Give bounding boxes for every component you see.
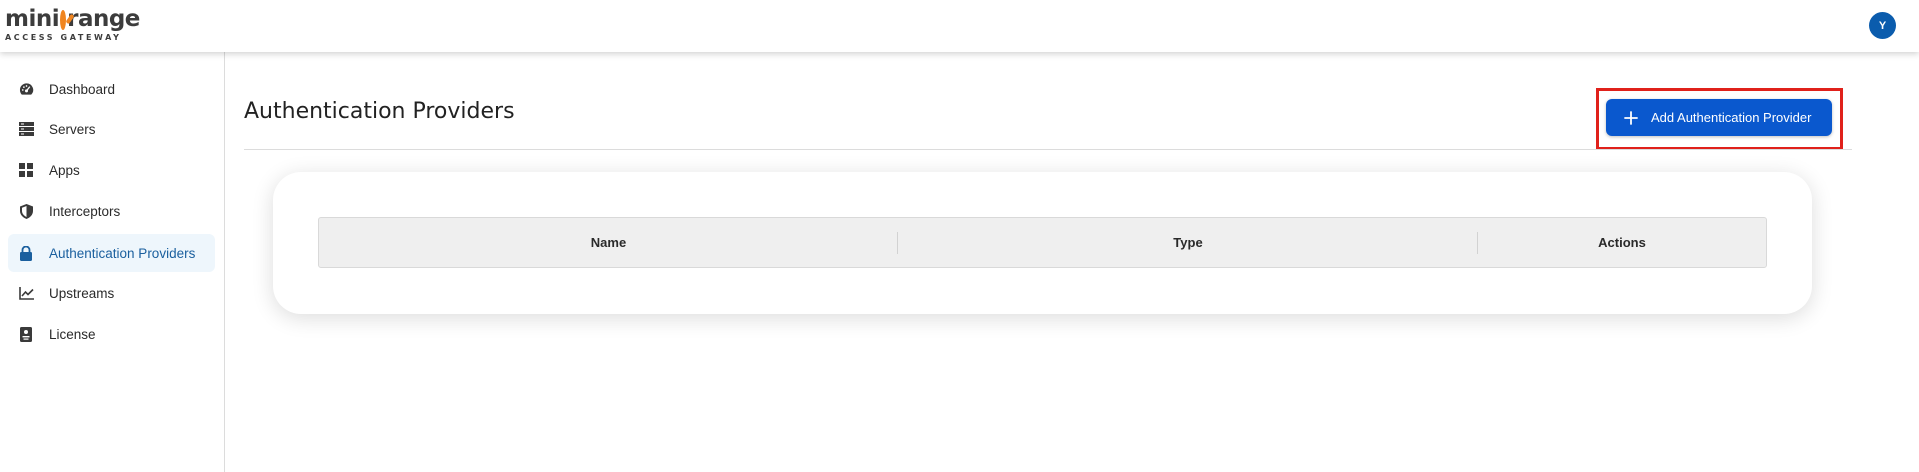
plus-icon: [1623, 110, 1639, 126]
sidebar-item-label: Dashboard: [49, 81, 116, 97]
sidebar-item-label: Authentication Providers: [49, 245, 196, 261]
add-button-label: Add Authentication Provider: [1651, 110, 1812, 125]
top-bar: mini range ACCESS GATEWAY Y: [0, 0, 1919, 52]
lock-icon: [18, 245, 34, 261]
column-header-type[interactable]: Type: [898, 218, 1478, 267]
sidebar-item-label: Upstreams: [49, 285, 115, 301]
sidebar-item-label: License: [49, 326, 96, 342]
providers-card: Name Type Actions: [273, 172, 1812, 314]
sidebar-item-interceptors[interactable]: Interceptors: [8, 192, 215, 230]
logo-text-left: mini: [5, 6, 60, 32]
sidebar-item-label: Apps: [49, 162, 80, 178]
column-header-actions: Actions: [1598, 235, 1646, 250]
logo-power-o-icon: [60, 10, 67, 30]
title-divider: [244, 149, 1852, 150]
apps-grid-icon: [18, 162, 34, 178]
miniorange-logo[interactable]: mini range ACCESS GATEWAY: [5, 6, 140, 45]
providers-table-header: Name Type Actions: [318, 217, 1767, 268]
sidebar-item-license[interactable]: License: [8, 315, 215, 353]
sidebar-item-dashboard[interactable]: Dashboard: [8, 70, 215, 108]
page-title: Authentication Providers: [244, 99, 515, 124]
logo-subtitle: ACCESS GATEWAY: [5, 33, 122, 42]
sidebar: Dashboard Servers Apps Interceptors Auth…: [0, 52, 225, 472]
server-stack-icon: [18, 121, 34, 137]
dashboard-gauge-icon: [18, 81, 34, 97]
sidebar-item-label: Interceptors: [49, 203, 121, 219]
logo-wordmark: mini range: [5, 6, 140, 32]
sidebar-item-authentication-providers[interactable]: Authentication Providers: [8, 234, 215, 272]
sidebar-item-apps[interactable]: Apps: [8, 151, 215, 189]
logo-text-right: range: [67, 6, 140, 32]
line-chart-icon: [18, 285, 34, 301]
sidebar-item-upstreams[interactable]: Upstreams: [8, 274, 215, 312]
column-header-name[interactable]: Name: [319, 218, 898, 267]
license-badge-icon: [18, 326, 34, 342]
main-content: Authentication Providers Add Authenticat…: [226, 52, 1919, 472]
add-authentication-provider-button[interactable]: Add Authentication Provider: [1606, 99, 1832, 136]
user-avatar[interactable]: Y: [1869, 12, 1896, 39]
sidebar-item-servers[interactable]: Servers: [8, 110, 215, 148]
shield-icon: [18, 203, 34, 219]
sidebar-item-label: Servers: [49, 121, 96, 137]
